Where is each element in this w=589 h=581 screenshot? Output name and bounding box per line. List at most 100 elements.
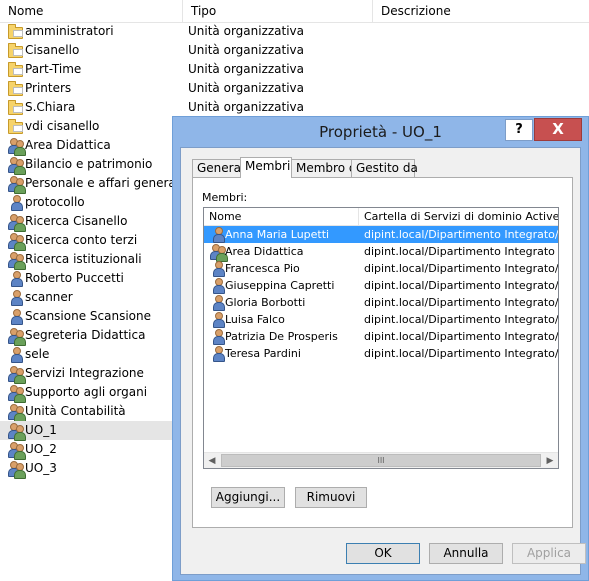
list-item[interactable]: amministratori Unità organizzativa — [0, 22, 589, 41]
list-header: Nome Tipo Descrizione — [0, 0, 589, 23]
member-ad-folder: dipint.local/Dipartimento Integrato/S.Ch… — [364, 262, 558, 275]
user-icon — [209, 346, 225, 362]
list-item[interactable]: Cisanello Unità organizzativa — [0, 41, 589, 60]
list-item-name: Part-Time — [25, 62, 82, 76]
member-row[interactable]: Francesca Pio dipint.local/Dipartimento I… — [204, 260, 558, 277]
folder-icon — [7, 43, 23, 58]
list-item-name: Servizi Integrazione — [25, 366, 144, 380]
scroll-left-arrow-icon[interactable]: ◀ — [204, 453, 220, 468]
group-icon — [7, 233, 26, 251]
column-header-nome[interactable]: Nome — [0, 0, 183, 22]
list-item-name: UO_1 — [25, 423, 57, 437]
member-ad-folder: dipint.local/Dipartimento Integrato/S.Ch… — [364, 347, 558, 360]
group-icon — [7, 328, 26, 346]
column-header-member-name[interactable]: Nome — [204, 208, 359, 225]
list-item[interactable]: Part-Time Unità organizzativa — [0, 60, 589, 79]
list-item[interactable]: UO_1 — [0, 421, 175, 441]
help-button[interactable]: ? — [505, 119, 533, 141]
member-name: Francesca Pio — [225, 262, 300, 275]
user-icon — [209, 261, 225, 277]
group-icon — [7, 176, 26, 194]
horizontal-scrollbar[interactable]: ◀ III ▶ — [204, 452, 558, 468]
list-item-name: Printers — [25, 81, 72, 95]
add-button[interactable]: Aggiungi... — [211, 487, 285, 508]
dialog-titlebar[interactable]: Proprietà - UO_1 ? X — [173, 117, 588, 147]
group-icon — [209, 244, 228, 262]
group-icon — [7, 138, 26, 156]
group-icon — [7, 385, 26, 403]
group-icon — [7, 442, 26, 460]
list-item-type: Unità organizzativa — [188, 62, 305, 76]
list-item-name: Bilancio e patrimonio — [25, 157, 153, 171]
folder-icon — [7, 62, 23, 77]
list-item-type: Unità organizzativa — [188, 81, 305, 95]
list-item-name: Roberto Puccetti — [25, 271, 124, 285]
folder-icon — [7, 24, 23, 39]
member-ad-folder: dipint.local/Dipartimento Integrato/S.Ch… — [364, 313, 558, 326]
list-item-name: protocollo — [25, 195, 85, 209]
ok-button[interactable]: OK — [346, 543, 420, 564]
members-list[interactable]: Nome Cartella di Servizi di dominio Acti… — [203, 207, 559, 469]
member-name: Anna Maria Lupetti — [225, 228, 330, 241]
group-icon — [7, 423, 26, 441]
list-item-name: amministratori — [25, 24, 114, 38]
scroll-right-arrow-icon[interactable]: ▶ — [542, 453, 558, 468]
column-header-ad-folder[interactable]: Cartella di Servizi di dominio Active Di… — [359, 208, 558, 225]
member-row[interactable]: Luisa Falco dipint.local/Dipartimento Int… — [204, 311, 558, 328]
list-item-name: Unità Contabilità — [25, 404, 126, 418]
group-icon — [7, 214, 26, 232]
member-row[interactable]: Gloria Borbotti dipint.local/Dipartimento… — [204, 294, 558, 311]
user-icon — [209, 227, 225, 243]
list-item-name: Area Didattica — [25, 138, 111, 152]
member-row[interactable]: Anna Maria Lupetti dipint.local/Dipartime… — [204, 226, 558, 243]
user-icon — [7, 290, 23, 306]
member-name: Gloria Borbotti — [225, 296, 306, 309]
cancel-button[interactable]: Annulla — [429, 543, 503, 564]
list-item[interactable]: S.Chiara Unità organizzativa — [0, 98, 589, 117]
tab-membri[interactable]: Membri — [240, 157, 292, 178]
properties-dialog: Proprietà - UO_1 ? X Generale Membri Mem… — [172, 116, 589, 581]
user-icon — [7, 195, 23, 211]
user-icon — [209, 278, 225, 294]
list-item-name: Cisanello — [25, 43, 80, 57]
folder-icon — [7, 81, 23, 96]
group-icon — [7, 252, 26, 270]
user-icon — [7, 271, 23, 287]
remove-button[interactable]: Rimuovi — [295, 487, 367, 508]
members-rows: Anna Maria Lupetti dipint.local/Dipartime… — [204, 226, 558, 362]
folder-icon — [7, 100, 23, 115]
member-row[interactable]: Area Didattica dipint.local/Dipartimento … — [204, 243, 558, 262]
list-item-name: Segreteria Didattica — [25, 328, 146, 342]
list-item-name: S.Chiara — [25, 100, 76, 114]
list-item-type: Unità organizzativa — [188, 100, 305, 114]
list-item-name: sele — [25, 347, 50, 361]
group-icon — [7, 366, 26, 384]
list-item-name: scanner — [25, 290, 73, 304]
list-item-name: Supporto agli organi — [25, 385, 148, 399]
member-ad-folder: dipint.local/Dipartimento Integrato — [364, 245, 555, 258]
member-row[interactable]: Giuseppina Capretti dipint.local/Dipartim… — [204, 277, 558, 294]
member-name: Luisa Falco — [225, 313, 285, 326]
member-ad-folder: dipint.local/Dipartimento Integrato/S.Ch… — [364, 296, 558, 309]
member-ad-folder: dipint.local/Dipartimento Integrato/S.Ch… — [364, 228, 558, 241]
tab-gestito-da[interactable]: Gestito da — [351, 159, 418, 177]
scrollbar-thumb[interactable]: III — [221, 454, 541, 467]
folder-icon — [7, 119, 23, 134]
close-button[interactable]: X — [534, 118, 582, 141]
apply-button[interactable]: Applica — [512, 543, 586, 564]
user-icon — [209, 295, 225, 311]
dialog-client-area: Generale Membri Membro di Gestito da Mem… — [180, 147, 586, 575]
tab-membro-di[interactable]: Membro di — [291, 159, 360, 177]
member-name: Teresa Pardini — [225, 347, 301, 360]
list-item[interactable]: Printers Unità organizzativa — [0, 79, 589, 98]
member-row[interactable]: Teresa Pardini dipint.local/Dipartimento … — [204, 345, 558, 362]
member-row[interactable]: Patrizia De Prosperis dipint.local/Dipart… — [204, 328, 558, 345]
list-item-type: Unità organizzativa — [188, 43, 305, 57]
members-tab-panel: Membri: Nome Cartella di Servizi di domi… — [192, 177, 573, 528]
column-header-tipo[interactable]: Tipo — [183, 0, 373, 22]
column-header-descrizione[interactable]: Descrizione — [373, 0, 589, 22]
members-list-header: Nome Cartella di Servizi di dominio Acti… — [204, 208, 558, 226]
list-item-name: UO_3 — [25, 461, 57, 475]
user-icon — [7, 309, 23, 325]
tab-generale[interactable]: Generale — [192, 159, 252, 177]
